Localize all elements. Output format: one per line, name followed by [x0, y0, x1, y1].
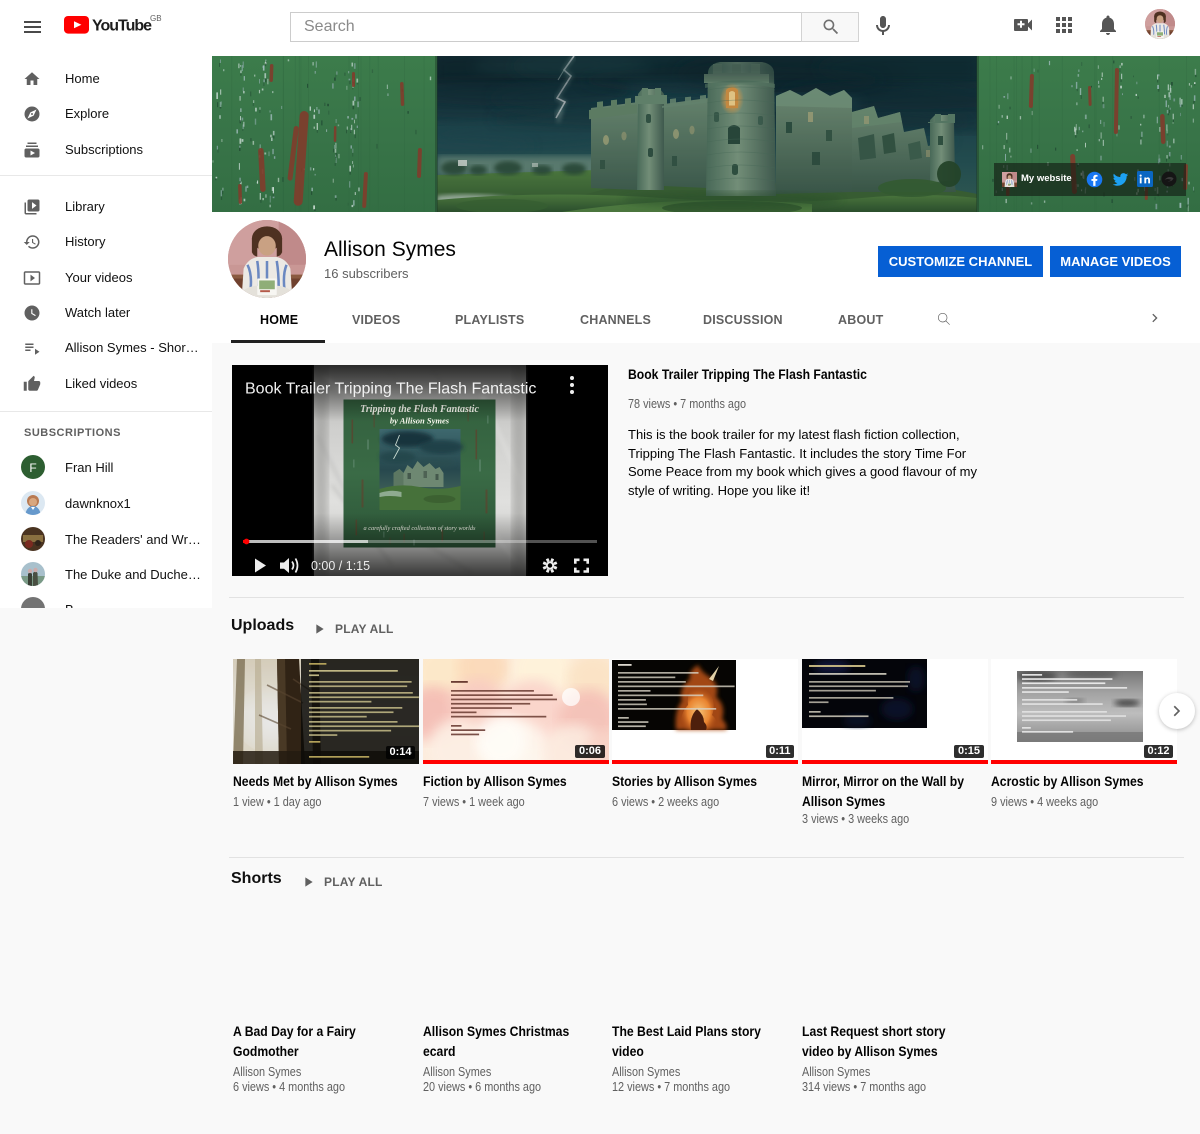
svg-text:0:00 / 1:15: 0:00 / 1:15	[311, 559, 370, 573]
svg-text:F: F	[29, 461, 36, 475]
svg-text:Book Trailer Tripping The Flas: Book Trailer Tripping The Flash Fantasti…	[245, 381, 536, 398]
svg-text:YouTube: YouTube	[92, 18, 152, 35]
svg-text:GB: GB	[150, 15, 162, 23]
